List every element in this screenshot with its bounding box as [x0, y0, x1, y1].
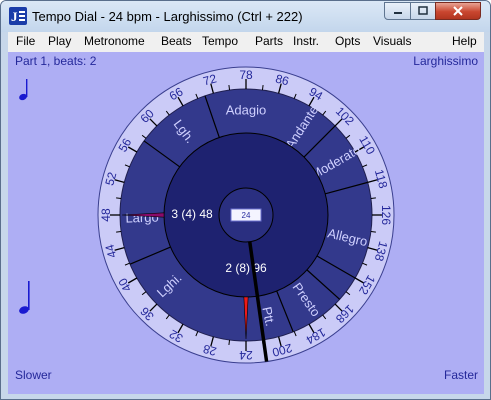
menu-instr[interactable]: Instr. — [293, 34, 319, 48]
minor-tick — [228, 85, 231, 91]
tempo-dial[interactable]: 242832364044485256606672 78 86941021101181… — [8, 52, 484, 394]
tempo-name-label: Adagio — [226, 102, 266, 117]
window-title: Tempo Dial - 24 bpm - Larghissimo (Ctrl … — [32, 9, 303, 24]
app-icon[interactable]: J — [9, 7, 27, 25]
menu-bar: File Play Metronome Beats Tempo Parts In… — [8, 32, 484, 53]
maximize-icon — [418, 6, 428, 15]
minor-tick — [370, 197, 376, 200]
close-icon — [453, 6, 463, 16]
tick-label: 24 — [239, 348, 253, 362]
tick-label: 78 — [239, 68, 253, 82]
svg-text:J: J — [11, 9, 18, 24]
tick-label: 126 — [379, 205, 393, 225]
beat-marker-label: 2 (8) 96 — [225, 261, 267, 275]
beat-marker-label: 3 (4) 48 — [171, 207, 213, 221]
menu-parts[interactable]: Parts — [255, 34, 283, 48]
menu-beats[interactable]: Beats — [161, 34, 192, 48]
maximize-button[interactable] — [410, 2, 436, 20]
minor-tick — [116, 230, 122, 233]
title-bar[interactable]: J Tempo Dial - 24 bpm - Larghissimo (Ctr… — [1, 1, 490, 32]
menu-tempo[interactable]: Tempo — [202, 34, 238, 48]
minor-tick — [370, 230, 376, 233]
menu-visuals[interactable]: Visuals — [373, 34, 411, 48]
menu-help[interactable]: Help — [452, 34, 477, 48]
menu-file[interactable]: File — [16, 34, 35, 48]
minor-tick — [261, 85, 264, 91]
tempo-dial-window: J Tempo Dial - 24 bpm - Larghissimo (Ctr… — [0, 0, 491, 400]
menu-opts[interactable]: Opts — [335, 34, 360, 48]
minor-tick — [116, 197, 122, 200]
minor-tick — [228, 339, 231, 345]
center-readout: 24 — [242, 211, 251, 220]
minimize-button[interactable] — [384, 2, 411, 20]
tick-label: 48 — [99, 208, 113, 222]
menu-play[interactable]: Play — [48, 34, 71, 48]
tempo-name-label: Largo — [125, 209, 159, 225]
dial-panel[interactable]: Part 1, beats: 2 Larghissimo Slower Fast… — [8, 52, 484, 394]
menu-metronome[interactable]: Metronome — [84, 34, 145, 48]
minimize-icon — [393, 12, 402, 14]
close-button[interactable] — [435, 2, 481, 20]
